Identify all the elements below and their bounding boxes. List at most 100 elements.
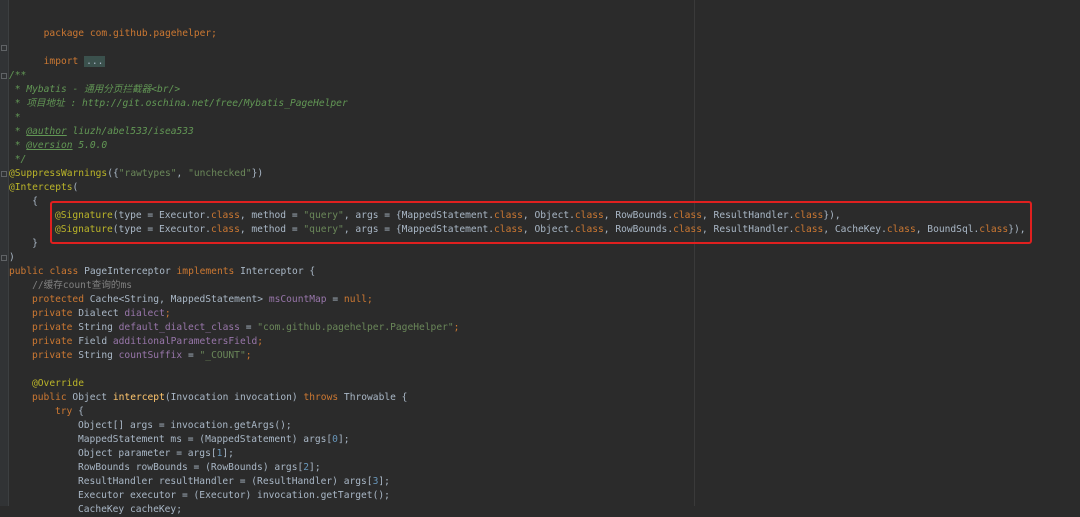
code-line: try { <box>55 405 84 419</box>
field-declaration: private Field additionalParametersField; <box>32 335 263 349</box>
comment-prefix: * <box>9 126 27 137</box>
keyword: protected <box>32 294 84 305</box>
code-line: @SuppressWarnings({"rawtypes", "unchecke… <box>9 167 263 181</box>
code-token: }) <box>251 168 264 179</box>
code-line: import ... <box>9 41 106 67</box>
type: Field <box>72 336 113 347</box>
class-name: PageInterceptor <box>78 266 177 277</box>
keyword: implements <box>176 266 235 277</box>
class-declaration: public class PageInterceptor implements … <box>9 265 315 279</box>
code-token: Throwable { <box>338 392 408 403</box>
type: String <box>72 322 119 333</box>
fold-marker-icon[interactable] <box>1 45 7 51</box>
comment-line: * <box>9 112 21 123</box>
fold-marker-icon[interactable] <box>1 171 7 177</box>
code-token: { <box>72 406 84 417</box>
comment-text: 5.0.0 <box>72 140 108 151</box>
code-token: ; <box>453 322 460 333</box>
code-token: ; <box>367 294 373 305</box>
code-token: ]; <box>309 462 321 473</box>
comment-line: * Mybatis - 通用分页拦截器<br/> <box>9 84 181 95</box>
comment-text: liuzh/abel533/isea533 <box>66 126 194 137</box>
string-literal: "rawtypes" <box>118 168 177 179</box>
method-declaration: public Object intercept(Invocation invoc… <box>32 391 407 405</box>
field-name: default_dialect_class <box>118 322 240 333</box>
code-token: ; <box>257 336 264 347</box>
fold-marker-icon[interactable] <box>1 73 7 79</box>
keyword: private <box>32 322 73 333</box>
code-token: , <box>176 168 189 179</box>
code-line: Executor executor = (Executor) invocatio… <box>78 490 390 501</box>
code-line: ResultHandler resultHandler = (ResultHan… <box>78 475 390 489</box>
comment-prefix: * <box>9 140 27 151</box>
field-name: additionalParametersField <box>112 336 258 347</box>
keyword: throws <box>303 392 339 403</box>
comment-line: /** <box>9 70 27 81</box>
keyword: private <box>32 350 73 361</box>
annotation: @Intercepts <box>9 182 73 193</box>
fold-marker-icon[interactable] <box>1 255 7 261</box>
import-keyword: import <box>43 56 79 67</box>
code-line: Object[] args = invocation.getArgs(); <box>78 420 292 431</box>
keyword: public <box>32 392 67 403</box>
code-token: Interceptor { <box>234 266 316 277</box>
code-area[interactable]: package com.github.pagehelper; import ..… <box>0 0 1080 515</box>
code-token: = <box>182 350 200 361</box>
code-token: ({ <box>107 168 119 179</box>
line-comment: //缓存count查询的ms <box>9 280 133 291</box>
package-declaration: package com.github.pagehelper; <box>43 28 217 39</box>
string-literal: "com.github.pagehelper.PageHelper" <box>257 322 454 333</box>
comment-line: * 项目地址 : http://git.oschina.net/free/Myb… <box>9 98 348 109</box>
code-token: ( <box>72 182 79 193</box>
code-token: ; <box>164 308 171 319</box>
method-name: intercept <box>112 392 165 403</box>
code-token: ]; <box>337 434 350 445</box>
code-token: = <box>239 322 258 333</box>
javadoc-tag: @version <box>26 140 73 151</box>
keyword: private <box>32 308 73 319</box>
code-line: { <box>9 196 38 207</box>
string-literal: "_COUNT" <box>199 350 246 361</box>
keyword: public <box>9 266 44 277</box>
field-declaration: protected Cache<String, MappedStatement>… <box>32 293 373 307</box>
code-line: CacheKey cacheKey; <box>78 504 182 515</box>
code-line: package com.github.pagehelper; <box>9 13 217 39</box>
code-token: Object parameter = args[ <box>78 448 217 459</box>
code-line: MappedStatement ms = (MappedStatement) a… <box>78 433 350 447</box>
field-declaration: private Dialect dialect; <box>32 307 171 321</box>
code-token: ResultHandler resultHandler = (ResultHan… <box>78 476 373 487</box>
folded-imports[interactable]: ... <box>84 56 106 67</box>
code-line: @Intercepts( <box>9 181 78 195</box>
keyword: try <box>55 406 73 417</box>
javadoc-tag: @author <box>26 126 67 137</box>
field-declaration: private String countSuffix = "_COUNT"; <box>32 349 252 363</box>
keyword: private <box>32 336 73 347</box>
field-name: msCountMap <box>268 294 327 305</box>
code-token: (Invocation invocation) <box>164 392 304 403</box>
code-token: ; <box>245 350 252 361</box>
comment-line: * @version 5.0.0 <box>9 139 107 153</box>
keyword: class <box>49 266 79 277</box>
code-line: Object parameter = args[1]; <box>78 447 234 461</box>
type: Dialect <box>72 308 125 319</box>
code-line: ) <box>9 252 15 263</box>
string-literal: "unchecked" <box>188 168 252 179</box>
code-token: RowBounds rowBounds = (RowBounds) args[ <box>78 462 304 473</box>
type: Cache<String, MappedStatement> <box>83 294 269 305</box>
code-token: ]; <box>222 448 234 459</box>
code-line: } <box>9 238 38 249</box>
type: Object <box>66 392 113 403</box>
code-token: MappedStatement ms = (MappedStatement) a… <box>78 434 333 445</box>
override-annotation: @Override <box>32 378 84 389</box>
red-highlight-box <box>50 201 1032 244</box>
comment-line: */ <box>9 154 27 165</box>
code-token: = <box>326 294 344 305</box>
field-name: countSuffix <box>118 350 183 361</box>
field-name: dialect <box>124 308 165 319</box>
comment-line: * @author liuzh/abel533/isea533 <box>9 125 194 139</box>
code-editor[interactable]: package com.github.pagehelper; import ..… <box>0 0 1080 515</box>
keyword: null <box>343 294 368 305</box>
type: String <box>72 350 119 361</box>
code-token: ]; <box>378 476 390 487</box>
annotation: @SuppressWarnings <box>9 168 108 179</box>
